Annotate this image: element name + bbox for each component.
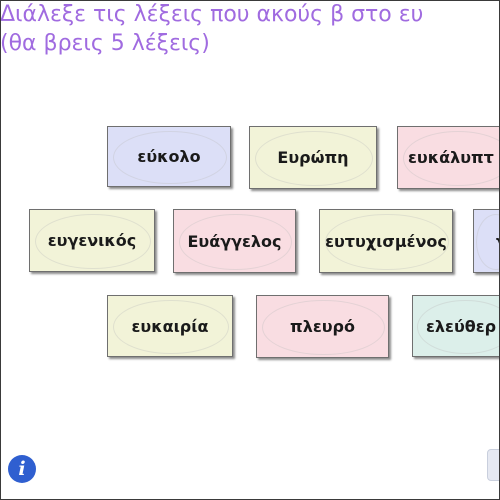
word-card-euangelos[interactable]: Ευάγγελος	[173, 209, 296, 273]
activity-frame: Διάλεξε τις λέξεις που ακούς β στο ευ (θ…	[0, 0, 500, 500]
word-card-eleftheros[interactable]: ελεύθερ	[412, 295, 499, 357]
word-card-label: Ευάγγελος	[187, 231, 282, 251]
word-card-label: εύκολο	[137, 147, 201, 166]
word-card-plevro[interactable]: πλευρό	[256, 295, 389, 358]
word-card-label: ευκάλυπτ	[408, 148, 494, 167]
word-card-partial[interactable]: γ	[473, 209, 499, 273]
word-card-eugenikos[interactable]: ευγενικός	[29, 209, 155, 272]
word-card-eukalyptos[interactable]: ευκάλυπτ	[397, 126, 499, 189]
word-card-label: πλευρό	[290, 317, 355, 336]
instruction-line-2: (θα βρεις 5 λέξεις)	[0, 31, 210, 56]
word-card-eutychismenos[interactable]: ευτυχισμένος	[319, 209, 453, 273]
word-card-label: Ευρώπη	[277, 148, 349, 167]
word-card-europi[interactable]: Ευρώπη	[249, 126, 377, 189]
word-card-label: ευτυχισμένος	[325, 231, 447, 251]
word-card-label: ευκαιρία	[131, 316, 209, 336]
word-card-label: γ	[496, 232, 499, 251]
word-card-label: ευγενικός	[47, 231, 137, 250]
word-card-eukairia[interactable]: ευκαιρία	[107, 295, 233, 357]
next-button[interactable]	[487, 449, 499, 481]
instruction-line-1: Διάλεξε τις λέξεις που ακούς β στο ευ	[0, 2, 424, 27]
word-card-label: ελεύθερ	[426, 316, 497, 336]
info-icon[interactable]: i	[8, 455, 36, 483]
word-card-eukolo[interactable]: εύκολο	[107, 126, 231, 187]
